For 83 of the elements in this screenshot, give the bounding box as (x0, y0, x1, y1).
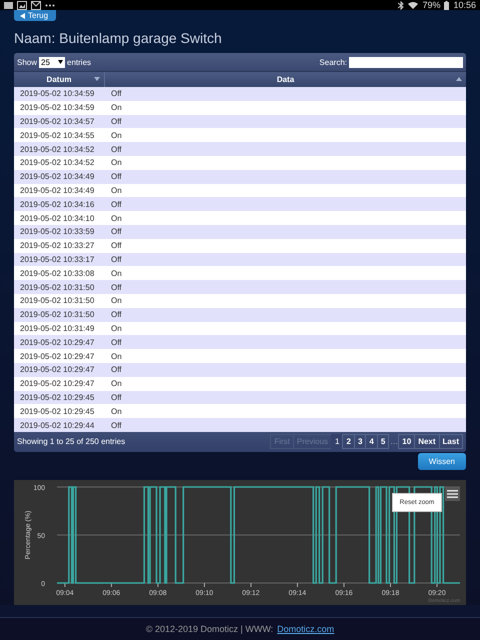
table-cell-text: On (110, 214, 122, 223)
table-cell-text: 2019-05-02 10:34:59 (19, 103, 96, 112)
table-cell-text: 2019-05-02 10:34:49 (19, 172, 96, 182)
image-icon (17, 0, 27, 10)
table-cell-text: 2019-05-02 10:34:10 (19, 214, 96, 223)
table-cell-text: Off (110, 365, 122, 374)
table-cell-text: 2019-05-02 10:31:49 (19, 324, 96, 333)
pagination-button[interactable]: Last (438, 434, 463, 450)
page-title: Naam: Buitenlamp garage Switch (14, 30, 223, 46)
table-cell-text: 2019-05-02 10:33:08 (19, 268, 96, 278)
caret-icon (20, 12, 25, 19)
pagination-button[interactable]: Next (414, 434, 440, 450)
table-cell-text: Off (110, 338, 122, 347)
pagination-button[interactable]: 10 (398, 434, 416, 450)
wifi-icon (408, 1, 418, 10)
battery-percentage: 79% (422, 0, 440, 10)
table-cell-text: 2019-05-02 10:34:59 (19, 89, 96, 98)
table-cell-text: On (110, 186, 122, 195)
menu-icon[interactable] (445, 486, 460, 501)
caret-icon (58, 60, 64, 64)
table-cell-text: 2019-05-02 10:33:17 (19, 254, 96, 264)
table-cell-text: 2019-05-02 10:29:47 (19, 352, 96, 361)
table-cell-text: 2019-05-02 10:29:45 (19, 392, 96, 402)
table-cell-text: 2019-05-02 10:33:27 (19, 241, 96, 250)
table-cell-text: On (110, 103, 122, 112)
table-cell-text: Off (110, 392, 122, 402)
table-cell-text: 2019-05-02 10:34:55 (19, 130, 96, 140)
table-cell-text: On (110, 130, 122, 140)
table-cell-text: Off (110, 420, 122, 430)
pagination-button[interactable]: 1 (331, 434, 344, 450)
bluetooth-icon (398, 0, 404, 10)
entries-label: entries (67, 58, 92, 67)
notification-icon (4, 0, 13, 10)
table-cell-text: Off (110, 117, 122, 126)
table-cell-text: 2019-05-02 10:29:47 (19, 338, 96, 347)
more-icon (45, 4, 55, 7)
table-cell-text: On (110, 268, 122, 278)
table-cell-text: On (110, 379, 122, 388)
pagination-button[interactable]: 5 (376, 434, 390, 450)
table-cell-text: 2019-05-02 10:29:45 (19, 406, 96, 416)
table-cell-text: On (110, 296, 122, 306)
search-field[interactable] (349, 56, 463, 68)
table-cell-text: On (110, 324, 122, 333)
table-cell-text: 2019-05-02 10:31:50 (19, 282, 96, 292)
copyright-text: © 2012-2019 Domoticz | WWW: (146, 624, 274, 634)
table-cell-text: 2019-05-02 10:34:52 (19, 158, 96, 168)
table-cell-text: Off (110, 227, 122, 236)
search-label: Search: (319, 58, 347, 67)
table-cell-text: 2019-05-02 10:34:16 (19, 200, 96, 209)
clear-button[interactable]: Wissen (418, 452, 466, 470)
table-cell-text: Off (110, 144, 122, 154)
table-cell-text: 2019-05-02 10:29:44 (19, 420, 96, 430)
table-cell-text: Off (110, 172, 122, 182)
table-cell-text: Off (110, 241, 122, 250)
back-button[interactable]: Terug (14, 10, 56, 22)
table-cell-text: 2019-05-02 10:29:47 (19, 365, 96, 374)
table-cell-text: 2019-05-02 10:33:59 (19, 227, 96, 236)
table-cell-text: Off (110, 254, 122, 264)
pagination-button[interactable]: 3 (354, 434, 366, 450)
battery-icon (444, 0, 450, 10)
table-cell-text: On (110, 406, 122, 416)
table-cell-text: Off (110, 310, 122, 320)
clock: 10:56 (453, 0, 476, 10)
pagination-button[interactable]: 4 (365, 434, 378, 450)
table-cell-text: 2019-05-02 10:31:50 (19, 296, 96, 306)
entries-select[interactable]: 25 (39, 56, 66, 68)
pagination-ellipsis: … (389, 437, 400, 446)
table-cell-text: On (110, 158, 122, 168)
table-cell-text: 2019-05-02 10:34:49 (19, 186, 96, 195)
mail-icon (31, 0, 41, 10)
table-cell-text: Off (110, 89, 122, 98)
table-info: Showing 1 to 25 of 250 entries (17, 437, 126, 446)
table-cell-text: 2019-05-02 10:34:57 (19, 117, 96, 126)
table-cell-text: 2019-05-02 10:34:52 (19, 144, 96, 154)
table-cell-text: Off (110, 200, 122, 209)
table-cell-text: 2019-05-02 10:31:50 (19, 310, 96, 320)
table-cell-text: 2019-05-02 10:29:47 (19, 379, 96, 388)
column-header[interactable]: Data (105, 72, 466, 88)
show-label: Show (17, 58, 38, 67)
table-cell-text: Off (110, 282, 122, 292)
website-link[interactable]: Domoticz.com (277, 624, 334, 634)
pagination-button[interactable]: 2 (342, 434, 355, 450)
table-cell-text: On (110, 352, 122, 361)
